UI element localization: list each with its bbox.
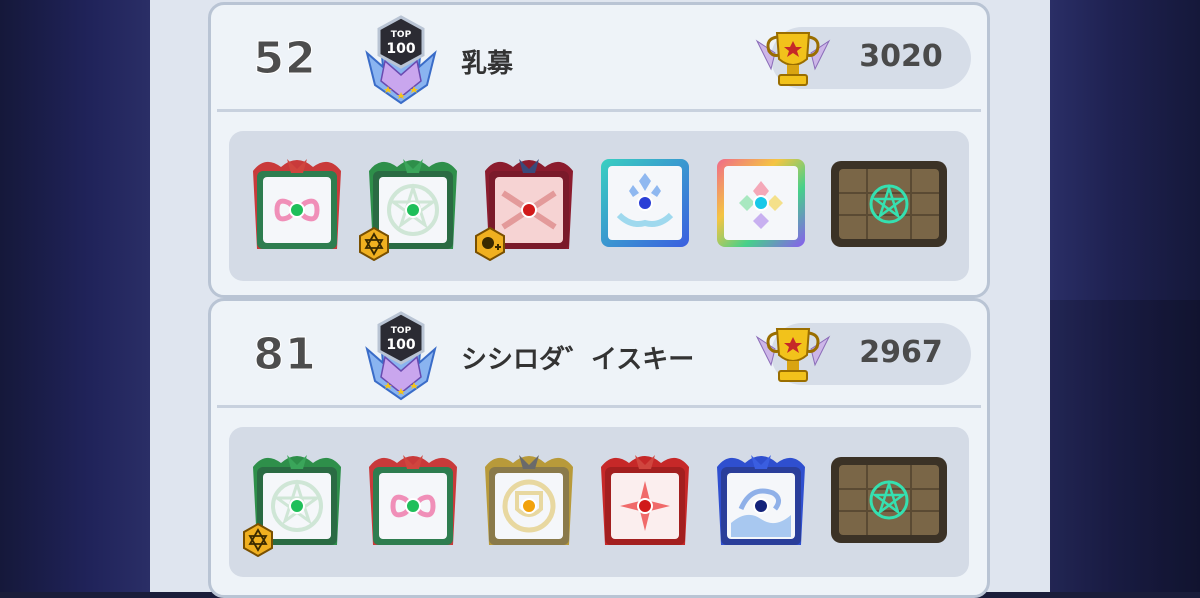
rank-number: 81	[253, 329, 317, 381]
rank-number: 52	[253, 33, 317, 85]
hexagram-badge-icon	[357, 226, 391, 262]
red-star-card-icon[interactable]	[595, 449, 695, 549]
top100-rank-badge-icon: TOP 100	[361, 311, 441, 403]
rainbow-diamonds-card-icon[interactable]	[711, 153, 811, 253]
leaderboard-entry[interactable]: 52 TOP 100 乳募 3020	[208, 2, 990, 298]
stone-pentagram-tile-icon[interactable]	[829, 153, 949, 253]
trophy-icon	[751, 319, 835, 391]
score-value: 3020	[859, 39, 943, 74]
leaderboard-panel: 52 TOP 100 乳募 3020 81 TOP 100 シシロダ゛イスキー …	[150, 0, 1050, 598]
blue-wave-card-icon[interactable]	[711, 449, 811, 549]
badge-top-text: TOP	[391, 30, 412, 40]
background-left	[0, 0, 150, 592]
background-right	[1050, 0, 1200, 592]
stone-pentagram-tile-icon[interactable]	[829, 449, 949, 549]
rainbow-infinity-card-icon[interactable]	[363, 449, 463, 549]
blue-hands-card-icon[interactable]	[595, 153, 695, 253]
leaderboard-entry[interactable]: 81 TOP 100 シシロダ゛イスキー 2967	[208, 298, 990, 598]
hexagram-badge-icon	[241, 522, 275, 558]
player-name[interactable]: シシロダ゛イスキー	[461, 339, 694, 376]
divider	[217, 109, 981, 112]
rainbow-infinity-card-icon[interactable]	[247, 153, 347, 253]
player-name[interactable]: 乳募	[461, 43, 513, 80]
badge-top-text: TOP	[391, 326, 412, 336]
trophy-icon	[751, 23, 835, 95]
gold-shield-card-icon[interactable]	[479, 449, 579, 549]
divider	[217, 405, 981, 408]
card-tray	[229, 427, 969, 577]
skull-plus-badge-icon	[473, 226, 507, 262]
top100-rank-badge-icon: TOP 100	[361, 15, 441, 107]
badge-num-text: 100	[386, 41, 415, 57]
score-value: 2967	[859, 335, 943, 370]
card-tray	[229, 131, 969, 281]
badge-num-text: 100	[386, 337, 415, 353]
